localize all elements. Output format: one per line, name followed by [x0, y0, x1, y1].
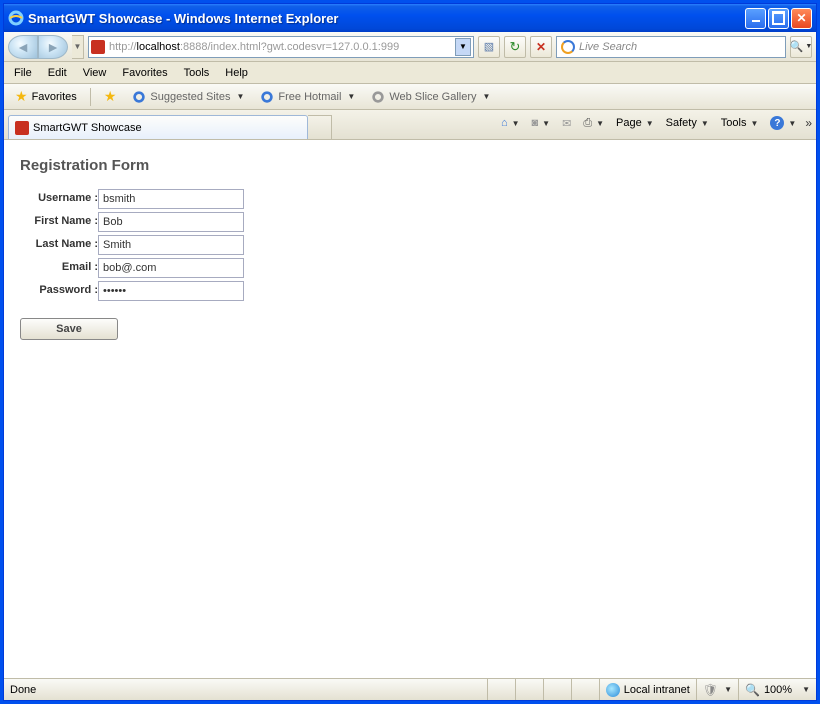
compat-view-button[interactable]: ▧ — [478, 36, 500, 58]
ie-icon — [132, 90, 146, 104]
tools-menu[interactable]: Tools▼ — [716, 114, 764, 132]
read-mail-button[interactable]: ✉ — [557, 114, 576, 133]
address-text: http://localhost:8888/index.html?gwt.cod… — [109, 41, 451, 53]
label-username: Username : — [20, 189, 98, 209]
page-menu[interactable]: Page▼ — [611, 114, 659, 132]
input-email[interactable] — [98, 258, 244, 278]
menu-view[interactable]: View — [75, 65, 115, 81]
menu-help[interactable]: Help — [217, 65, 256, 81]
save-button[interactable]: Save — [20, 318, 118, 340]
navigation-bar: ◄ ► ▼ http://localhost:8888/index.html?g… — [4, 32, 816, 62]
print-button[interactable]: ⎙▼ — [578, 114, 609, 133]
safety-menu[interactable]: Safety▼ — [661, 114, 714, 132]
zoom-control[interactable]: 🔍 100% ▼ — [738, 679, 816, 700]
forward-button[interactable]: ► — [38, 35, 68, 59]
favorites-bar: ★ Favorites ★ Suggested Sites▼ Free Hotm… — [4, 84, 816, 110]
security-zone[interactable]: Local intranet — [599, 679, 696, 700]
fav-free-hotmail[interactable]: Free Hotmail▼ — [253, 87, 362, 107]
toolbar-overflow[interactable]: » — [805, 116, 812, 130]
home-icon: ⌂ — [501, 117, 508, 129]
zoom-level: 100% — [764, 684, 792, 696]
ie-icon — [260, 90, 274, 104]
tab-bar: SmartGWT Showcase ⌂▼ ◙▼ ✉ ⎙▼ Page▼ Safet… — [4, 110, 816, 140]
address-bar[interactable]: http://localhost:8888/index.html?gwt.cod… — [88, 36, 474, 58]
close-button[interactable] — [791, 8, 812, 29]
star-icon: ★ — [15, 88, 28, 105]
maximize-button[interactable] — [768, 8, 789, 29]
menu-tools[interactable]: Tools — [176, 65, 218, 81]
nav-history-dropdown[interactable]: ▼ — [72, 35, 84, 59]
status-bar: Done Local intranet 🛡▼ 🔍 100% ▼ — [4, 678, 816, 700]
back-button[interactable]: ◄ — [8, 35, 38, 59]
shield-icon: 🛡 — [703, 683, 718, 697]
help-button[interactable]: ?▼ — [765, 113, 801, 133]
label-lastname: Last Name : — [20, 235, 98, 255]
stop-button[interactable]: ✕ — [530, 36, 552, 58]
rss-icon: ◙ — [532, 117, 539, 129]
titlebar: SmartGWT Showcase - Windows Internet Exp… — [4, 4, 816, 32]
refresh-button[interactable]: ↻ — [504, 36, 526, 58]
bing-icon — [561, 40, 575, 54]
tab-icon — [15, 121, 29, 135]
registration-form: Username : First Name : Last Name : Emai… — [20, 186, 244, 304]
star-add-icon: ★ — [104, 88, 117, 105]
status-text: Done — [4, 684, 487, 696]
print-icon: ⎙ — [583, 117, 592, 130]
minimize-button[interactable] — [745, 8, 766, 29]
ie-icon — [371, 90, 385, 104]
page-content: Registration Form Username : First Name … — [4, 140, 816, 678]
menu-file[interactable]: File — [6, 65, 40, 81]
ie-logo-icon — [8, 10, 24, 26]
menu-favorites[interactable]: Favorites — [114, 65, 175, 81]
zoom-dropdown: ▼ — [802, 685, 810, 694]
help-icon: ? — [770, 116, 784, 130]
tab-title: SmartGWT Showcase — [33, 122, 142, 134]
new-tab-button[interactable] — [308, 115, 332, 139]
input-lastname[interactable] — [98, 235, 244, 255]
tab-smartgwt-showcase[interactable]: SmartGWT Showcase — [8, 115, 308, 139]
search-box[interactable]: Live Search — [556, 36, 786, 58]
form-title: Registration Form — [20, 157, 800, 174]
input-password[interactable] — [98, 281, 244, 301]
fav-web-slice[interactable]: Web Slice Gallery▼ — [364, 87, 497, 107]
protected-mode[interactable]: 🛡▼ — [696, 679, 738, 700]
zone-label: Local intranet — [624, 684, 690, 696]
menu-edit[interactable]: Edit — [40, 65, 75, 81]
mail-icon: ✉ — [562, 117, 571, 130]
site-icon — [91, 40, 105, 54]
input-firstname[interactable] — [98, 212, 244, 232]
home-button[interactable]: ⌂▼ — [496, 114, 525, 132]
menu-bar: File Edit View Favorites Tools Help — [4, 62, 816, 84]
add-favorite-button[interactable]: ★ — [97, 85, 124, 108]
label-firstname: First Name : — [20, 212, 98, 232]
search-placeholder: Live Search — [579, 41, 781, 53]
favorites-label: Favorites — [32, 91, 77, 103]
fav-suggested-sites[interactable]: Suggested Sites▼ — [125, 87, 251, 107]
label-email: Email : — [20, 258, 98, 278]
label-password: Password : — [20, 281, 98, 301]
favorites-button[interactable]: ★ Favorites — [8, 85, 84, 108]
window-title: SmartGWT Showcase - Windows Internet Exp… — [28, 11, 745, 26]
zoom-icon: 🔍 — [745, 683, 760, 697]
input-username[interactable] — [98, 189, 244, 209]
globe-icon — [606, 683, 620, 697]
search-button[interactable]: 🔍▼ — [790, 36, 812, 58]
address-dropdown[interactable]: ▼ — [455, 38, 471, 56]
feeds-button[interactable]: ◙▼ — [527, 114, 556, 132]
